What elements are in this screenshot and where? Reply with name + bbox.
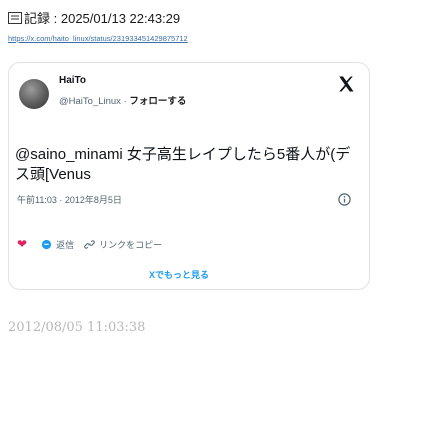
record-datetime: 2025/01/13 22:43:29 xyxy=(60,11,181,26)
x-logo-icon[interactable] xyxy=(337,75,355,93)
link-icon xyxy=(84,239,95,249)
record-icon xyxy=(8,12,22,24)
avatar[interactable] xyxy=(19,79,49,109)
follow-button[interactable]: フォローする xyxy=(129,96,186,107)
handle-line: @HaiTo_Linux · フォローする xyxy=(59,93,186,107)
tweet-timestamp[interactable]: 午前11:03 · 2012年8月5日 xyxy=(17,193,122,206)
display-name[interactable]: HaiTo xyxy=(59,75,86,86)
read-more-link[interactable]: Xでもっと見る xyxy=(149,268,209,281)
handle-separator: · xyxy=(123,96,127,107)
tweet-card[interactable]: HaiTo @HaiTo_Linux · フォローする @saino_minam… xyxy=(8,62,370,290)
info-icon[interactable] xyxy=(338,193,351,206)
reply-label: 返信 xyxy=(56,239,75,250)
archive-timestamp: 2012/08/05 11:03:38 xyxy=(8,320,146,335)
copy-link-label: リンクをコピー xyxy=(99,239,163,250)
reply-icon xyxy=(41,239,52,249)
tweet-text: @saino_minami 女子高生レイプしたら5番人が(デス頭[Venus xyxy=(15,146,351,183)
heart-icon: ❤ xyxy=(17,237,28,251)
action-bar: ❤ 返信 リンクをコピー xyxy=(17,237,162,251)
record-header: 記録 : 2025/01/13 22:43:29 xyxy=(8,8,180,27)
like-button[interactable]: ❤ xyxy=(17,237,31,251)
copy-link-button[interactable]: リンクをコピー xyxy=(84,238,162,251)
reply-button[interactable]: 返信 xyxy=(41,238,74,251)
record-label: 記録 xyxy=(24,11,51,26)
handle[interactable]: @HaiTo_Linux xyxy=(59,96,121,107)
source-url[interactable]: https://x.com/haito_linux/status/2319334… xyxy=(8,34,188,43)
